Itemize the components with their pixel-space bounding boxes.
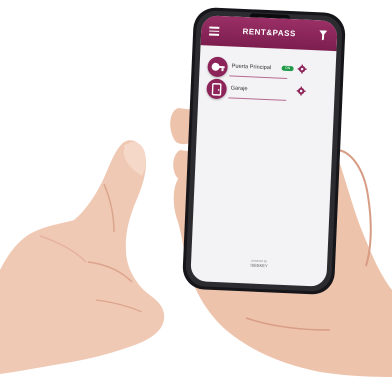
phone-screen: RENT&PASS Puerta Principal ON Garaje pow… xyxy=(190,15,338,287)
door-label: Puerta Principal xyxy=(231,63,272,72)
divider xyxy=(228,97,287,101)
gear-icon[interactable] xyxy=(297,64,307,74)
gear-icon[interactable] xyxy=(296,86,306,96)
list-item-garaje[interactable]: Garaje xyxy=(206,75,325,106)
footer-logo: powered by ISEEKEY xyxy=(231,258,287,269)
footer-brand: ISEEKEY xyxy=(250,262,268,269)
hamburger-menu-icon[interactable] xyxy=(209,26,220,36)
app-header: RENT&PASS xyxy=(200,15,338,52)
left-hand xyxy=(0,140,165,374)
status-badge: ON xyxy=(281,65,294,72)
door-icon xyxy=(207,56,229,78)
brand-logo: RENT&PASS xyxy=(242,26,296,39)
door-icon xyxy=(206,78,228,100)
filter-icon[interactable] xyxy=(319,30,328,41)
door-label: Garaje xyxy=(230,85,248,93)
